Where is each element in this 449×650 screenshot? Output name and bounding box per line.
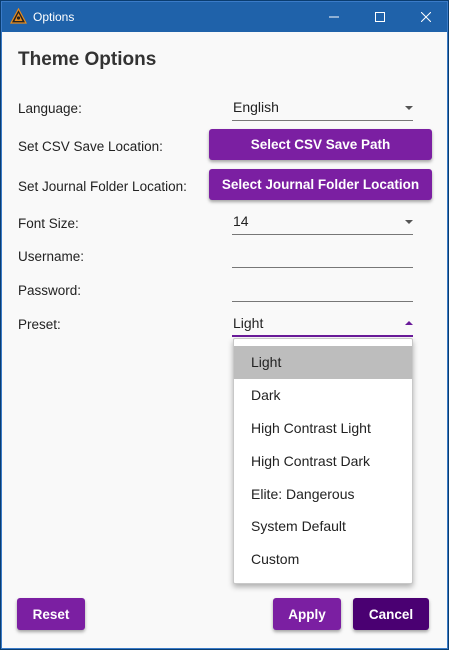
password-label: Password: [18,283,82,298]
select-csv-path-button[interactable]: Select CSV Save Path [209,129,432,160]
preset-label: Preset: [18,317,61,332]
preset-option-custom[interactable]: Custom [234,543,412,576]
preset-option-dark[interactable]: Dark [234,379,412,412]
maximize-button[interactable] [357,2,403,32]
password-input[interactable] [232,280,413,302]
app-logo-icon [10,8,27,24]
page-title: Theme Options [18,49,157,70]
options-window: Options Theme Options Language: English … [1,1,448,649]
font-size-value: 14 [233,213,249,229]
select-journal-folder-button[interactable]: Select Journal Folder Location [209,169,432,200]
font-size-label: Font Size: [18,216,79,231]
close-button[interactable] [403,2,449,32]
font-size-select[interactable]: 14 [232,211,413,235]
maximize-icon [375,12,385,22]
chevron-down-icon [405,106,413,110]
cancel-button[interactable]: Cancel [353,598,429,630]
minimize-icon [329,16,339,18]
preset-select[interactable]: Light [232,313,413,337]
username-input[interactable] [232,246,413,268]
preset-option-light[interactable]: Light [234,346,412,379]
window-title: Options [33,10,75,24]
csv-location-label: Set CSV Save Location: [18,139,163,154]
title-bar[interactable]: Options [2,2,447,32]
language-label: Language: [18,101,82,116]
preset-option-elite-dangerous[interactable]: Elite: Dangerous [234,478,412,511]
username-label: Username: [18,249,85,264]
preset-dropdown: Light Dark High Contrast Light High Cont… [233,338,413,584]
preset-option-system-default[interactable]: System Default [234,510,412,543]
preset-option-high-contrast-dark[interactable]: High Contrast Dark [234,445,412,478]
language-select[interactable]: English [232,97,413,121]
chevron-up-icon [405,321,413,325]
reset-button[interactable]: Reset [17,598,85,630]
minimize-button[interactable] [311,2,357,32]
language-value: English [233,99,279,115]
journal-location-label: Set Journal Folder Location: [18,179,187,194]
apply-button[interactable]: Apply [273,598,341,630]
close-icon [421,12,431,22]
preset-value: Light [233,315,264,331]
chevron-down-icon [405,220,413,224]
preset-option-high-contrast-light[interactable]: High Contrast Light [234,412,412,445]
